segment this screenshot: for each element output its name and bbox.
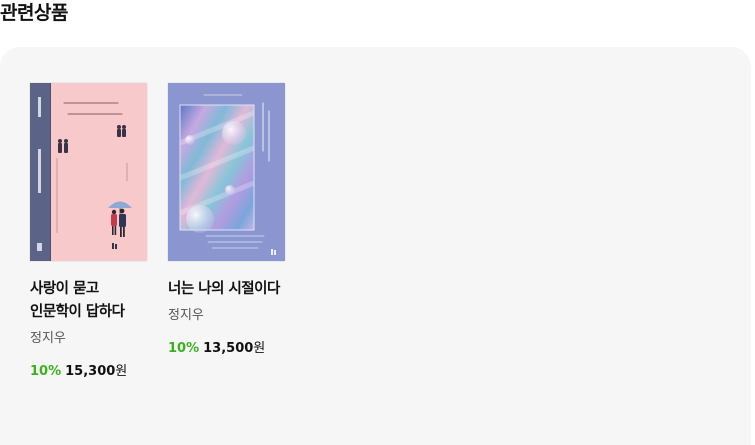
discount-rate: 10%	[30, 364, 62, 379]
book-cover-image[interactable]	[168, 83, 285, 261]
product-card[interactable]: 너는 나의 시절이다 정지우 10% 13,500원	[168, 83, 285, 358]
product-author: 정지우	[168, 308, 204, 323]
section-title: 관련상품	[0, 2, 68, 24]
discount-rate: 10%	[168, 341, 200, 356]
related-products-panel: 사랑이 묻고 인문학이 답하다 정지우 10% 15,300원 너는 나의 시절…	[0, 47, 751, 445]
product-card[interactable]: 사랑이 묻고 인문학이 답하다 정지우 10% 15,300원	[30, 83, 147, 381]
product-title[interactable]: 사랑이 묻고 인문학이 답하다	[30, 278, 150, 324]
product-price-row: 10% 15,300원	[30, 363, 147, 381]
sale-price: 13,500	[203, 341, 254, 356]
currency-unit: 원	[115, 364, 128, 379]
product-price-row: 10% 13,500원	[168, 340, 285, 358]
product-author: 정지우	[30, 331, 66, 346]
sale-price: 15,300	[65, 364, 116, 379]
product-title[interactable]: 너는 나의 시절이다	[168, 278, 288, 301]
currency-unit: 원	[253, 341, 266, 356]
book-cover-image[interactable]	[30, 83, 147, 261]
